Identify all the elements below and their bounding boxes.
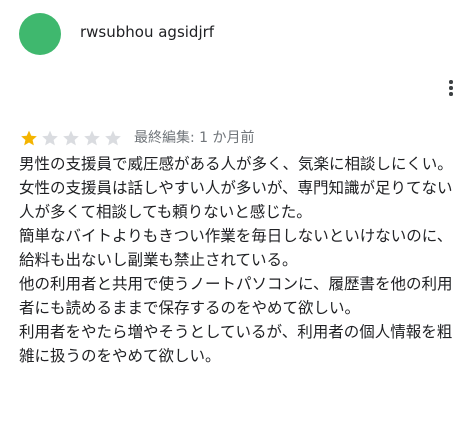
review-paragraph: 簡単なバイトよりもきつい作業を毎日しないといけないのに、給料も出ないし副業も禁止…	[19, 227, 453, 269]
author-name[interactable]: rwsubhou agsidjrf	[80, 22, 214, 42]
review-paragraph: 利用者をやたら増やそうとしているが、利用者の個人情報を粗雑に扱うのをやめて欲しい…	[19, 323, 453, 365]
review-paragraph: 男性の支援員で威圧感がある人が多く、気楽に相談しにくい。	[19, 155, 453, 173]
star-empty-icon	[105, 130, 121, 146]
rating-row: 最終編集: 1 か月前	[19, 128, 255, 148]
edited-timestamp: 最終編集: 1 か月前	[134, 130, 255, 146]
review-card: rwsubhou agsidjrf 最終編集: 1 か月前 男性の支援員で威圧感…	[0, 0, 474, 430]
star-rating	[19, 129, 124, 147]
star-empty-icon	[42, 130, 58, 146]
avatar[interactable]	[19, 13, 61, 55]
star-empty-icon	[84, 130, 100, 146]
more-vert-icon-dot	[449, 92, 453, 96]
review-paragraph: 他の利用者と共用で使うノートパソコンに、履歴書を他の利用者にも読めるままで保存す…	[19, 275, 453, 317]
review-text: 男性の支援員で威圧感がある人が多く、気楽に相談しにくい。 女性の支援員は話しやす…	[19, 152, 465, 368]
more-vert-icon	[449, 80, 453, 84]
star-empty-icon	[63, 130, 79, 146]
more-options-button[interactable]	[443, 78, 459, 98]
star-filled-icon	[21, 130, 37, 146]
more-vert-icon-dot	[449, 86, 453, 90]
review-paragraph: 女性の支援員は話しやすい人が多いが、専門知識が足りてない人が多くて相談しても頼り…	[19, 179, 453, 221]
